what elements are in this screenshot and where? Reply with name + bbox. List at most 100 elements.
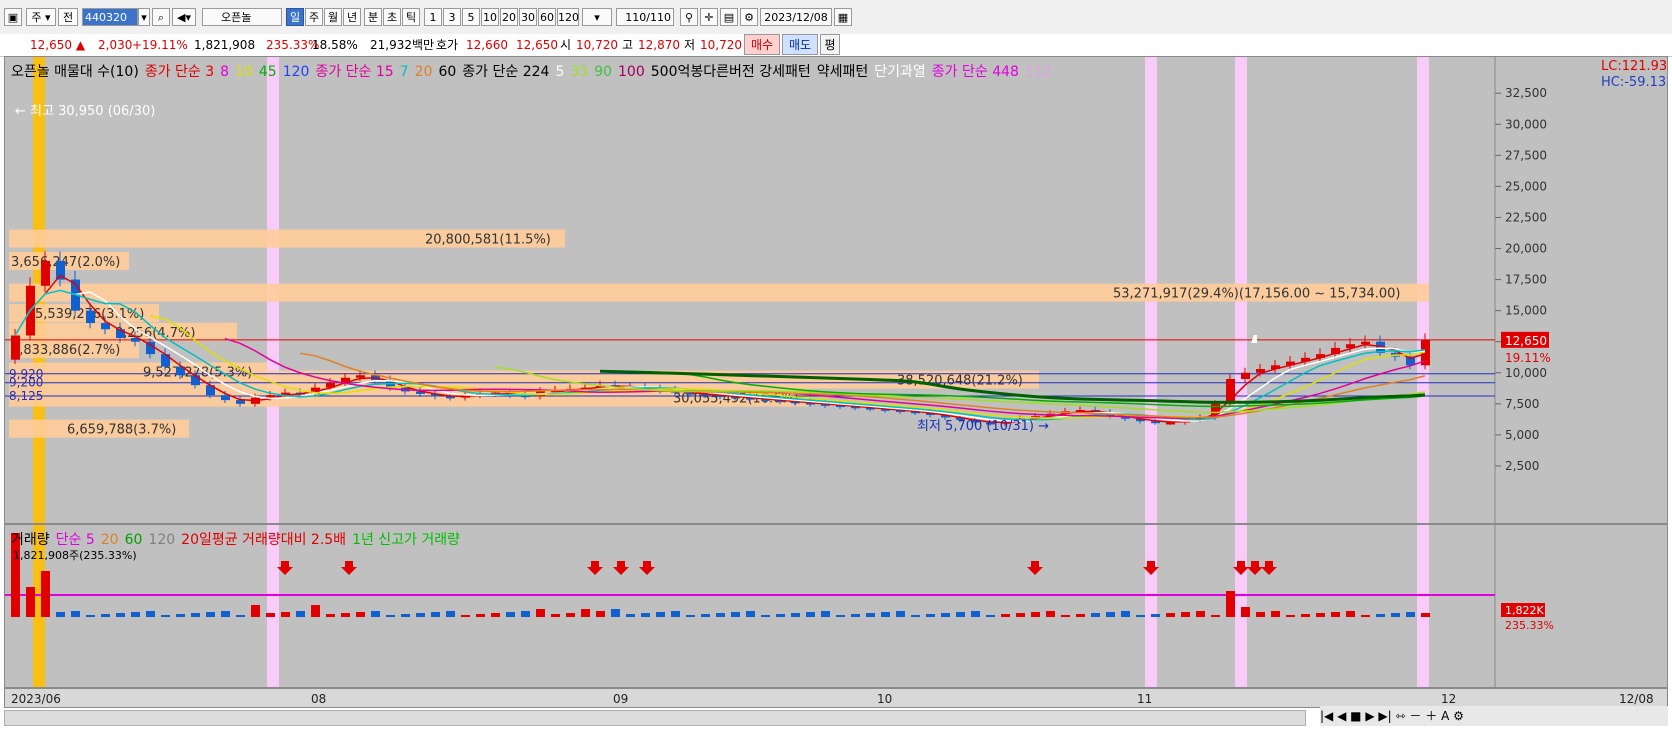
scope-button[interactable]: 전 <box>58 8 78 26</box>
price-legend-item[interactable]: 112 <box>1025 64 1052 80</box>
low-label: 저 <box>684 38 696 52</box>
volume-bar <box>1301 614 1310 617</box>
price-level-label: 9,200 <box>9 376 43 390</box>
minute-10[interactable]: 10 <box>481 8 499 26</box>
evaluate-button[interactable]: 평 <box>820 34 840 55</box>
y-tick: 7,500 <box>1505 397 1539 411</box>
volume-bar <box>26 587 35 617</box>
y-tick: 22,500 <box>1505 210 1547 224</box>
volume-signal-arrow-icon <box>639 561 655 575</box>
auto-icon[interactable]: A <box>1441 709 1449 723</box>
price-legend-item[interactable]: 종가 단순 224 <box>462 64 549 80</box>
count-value: 110 <box>625 11 647 24</box>
scroll-first-icon[interactable]: |◀ <box>1320 709 1333 723</box>
stock-name-field[interactable]: 오픈놀 <box>202 8 282 26</box>
scroll-last-icon[interactable]: ▶| <box>1378 709 1391 723</box>
price-legend-item[interactable]: 오픈놀 매물대 수(10) <box>11 64 139 80</box>
volume-bar <box>686 615 695 617</box>
price-legend-item[interactable]: 약세패턴 <box>817 64 869 80</box>
volume-legend-item[interactable]: 20 <box>101 532 119 548</box>
price-legend-item[interactable]: 종가 단순 3 <box>145 64 214 80</box>
minute-120[interactable]: 120 <box>557 8 579 26</box>
speaker-icon[interactable]: ◀▾ <box>172 8 196 26</box>
x-tick: 2023/06 <box>11 692 61 706</box>
minute-30[interactable]: 30 <box>519 8 537 26</box>
period-week[interactable]: 주 <box>305 8 323 26</box>
volume-legend-item[interactable]: 60 <box>125 532 143 548</box>
minute-3[interactable]: 3 <box>443 8 461 26</box>
code-dropdown-icon[interactable]: ▾ <box>138 8 150 26</box>
stock-code-input[interactable]: 440320 <box>82 8 138 26</box>
count-field[interactable]: 110/110 <box>616 8 674 26</box>
stop-icon[interactable]: ■ <box>1350 709 1361 723</box>
zoom-out-icon[interactable]: － <box>1409 709 1421 723</box>
price-legend-item[interactable]: 120 <box>283 64 310 80</box>
zoom-in-icon[interactable]: ＋ <box>1425 709 1437 723</box>
volume-bar <box>536 609 545 617</box>
volume-bar <box>1076 614 1085 617</box>
price-legend-item[interactable]: 60 <box>438 64 456 80</box>
crosshair-icon[interactable]: ✛ <box>700 8 718 26</box>
period-second[interactable]: 초 <box>383 8 401 26</box>
minute-60[interactable]: 60 <box>538 8 556 26</box>
price-legend-item[interactable]: 33 <box>570 64 588 80</box>
count-total: /110 <box>646 11 671 24</box>
interval-select[interactable]: ▾ <box>582 8 612 26</box>
period-tick[interactable]: 틱 <box>402 8 420 26</box>
scroll-next-icon[interactable]: ▶ <box>1365 709 1374 723</box>
price-legend-item[interactable]: 500억봉다른버전 강세패턴 <box>651 64 811 80</box>
price-legend-item[interactable]: 종가 단순 15 <box>315 64 393 80</box>
price-legend-item[interactable]: 45 <box>259 64 277 80</box>
date-field[interactable]: 2023/12/08 <box>760 8 832 26</box>
volume-bar <box>1256 612 1265 617</box>
price-legend-item[interactable]: 20 <box>415 64 433 80</box>
volume-bar <box>146 611 155 617</box>
fit-icon[interactable]: ⇿ <box>1396 709 1406 723</box>
price-legend-item[interactable]: 5 <box>555 64 564 80</box>
minute-1[interactable]: 1 <box>424 8 442 26</box>
volume-profile-label: 6,659,788(3.7%) <box>67 423 176 438</box>
highlight-column <box>1235 525 1247 687</box>
y-tick: 30,000 <box>1505 117 1547 131</box>
window-menu-icon[interactable]: ▣ <box>4 8 22 26</box>
price-legend-item[interactable]: 100 <box>618 64 645 80</box>
save-icon[interactable]: ▤ <box>720 8 738 26</box>
price-legend-item[interactable]: 종가 단순 448 <box>932 64 1019 80</box>
volume-bar <box>1046 611 1055 617</box>
price-legend-item[interactable]: 90 <box>594 64 612 80</box>
minute-5[interactable]: 5 <box>462 8 480 26</box>
search-icon[interactable]: ⌕ <box>152 8 170 26</box>
volume-bar <box>1211 615 1220 617</box>
volume-chart-pane[interactable]: 1,822K 235.33% 거래량 단순 5 20 60 120 20일평균 거래량대비 … <box>4 524 1668 688</box>
volume-legend-item[interactable]: 거래량 <box>11 532 50 548</box>
price-legend-item[interactable]: 8 <box>220 64 229 80</box>
horizontal-scrollbar[interactable] <box>4 710 1306 726</box>
zoom-icon[interactable]: ⚲ <box>680 8 698 26</box>
price-legend-item[interactable]: 단기과열 <box>874 64 926 80</box>
sell-button[interactable]: 매도 <box>782 34 818 55</box>
volume-legend-item[interactable]: 20일평균 거래량대비 2.5배 <box>181 532 346 548</box>
volume-bar <box>506 612 515 617</box>
minute-20[interactable]: 20 <box>500 8 518 26</box>
period-minute[interactable]: 분 <box>364 8 382 26</box>
volume-legend-item[interactable]: 단순 5 <box>56 532 95 548</box>
period-day[interactable]: 일 <box>286 8 304 26</box>
market-select[interactable]: 주 ▾ <box>26 8 56 26</box>
period-year[interactable]: 년 <box>343 8 361 26</box>
price-legend-item[interactable]: 7 <box>400 64 409 80</box>
price-chart-pane[interactable]: 32,500 30,000 27,500 25,000 22,500 20,000 17,5… <box>4 56 1668 524</box>
x-axis: 2023/06 08 09 10 11 12 12/08 <box>4 688 1668 708</box>
volume-bar <box>731 612 740 617</box>
settings-icon[interactable]: ⚙ <box>1453 709 1464 723</box>
volume-legend-item[interactable]: 1년 신고가 거래량 <box>352 532 460 548</box>
volume-legend-item[interactable]: 120 <box>148 532 175 548</box>
volume-profile-label: 53,271,917(29.4%)(17,156.00 ~ 15,734.00) <box>1113 287 1401 302</box>
buy-button[interactable]: 매수 <box>744 34 780 55</box>
gear-icon[interactable]: ⚙ <box>740 8 758 26</box>
period-month[interactable]: 월 <box>324 8 342 26</box>
price-legend-item[interactable]: 10 <box>235 64 253 80</box>
scroll-prev-icon[interactable]: ◀ <box>1337 709 1346 723</box>
calendar-icon[interactable]: ▦ <box>834 8 852 26</box>
price-chart: 32,500 30,000 27,500 25,000 22,500 20,000 17,5… <box>5 57 1551 523</box>
volume-bar <box>206 612 215 617</box>
